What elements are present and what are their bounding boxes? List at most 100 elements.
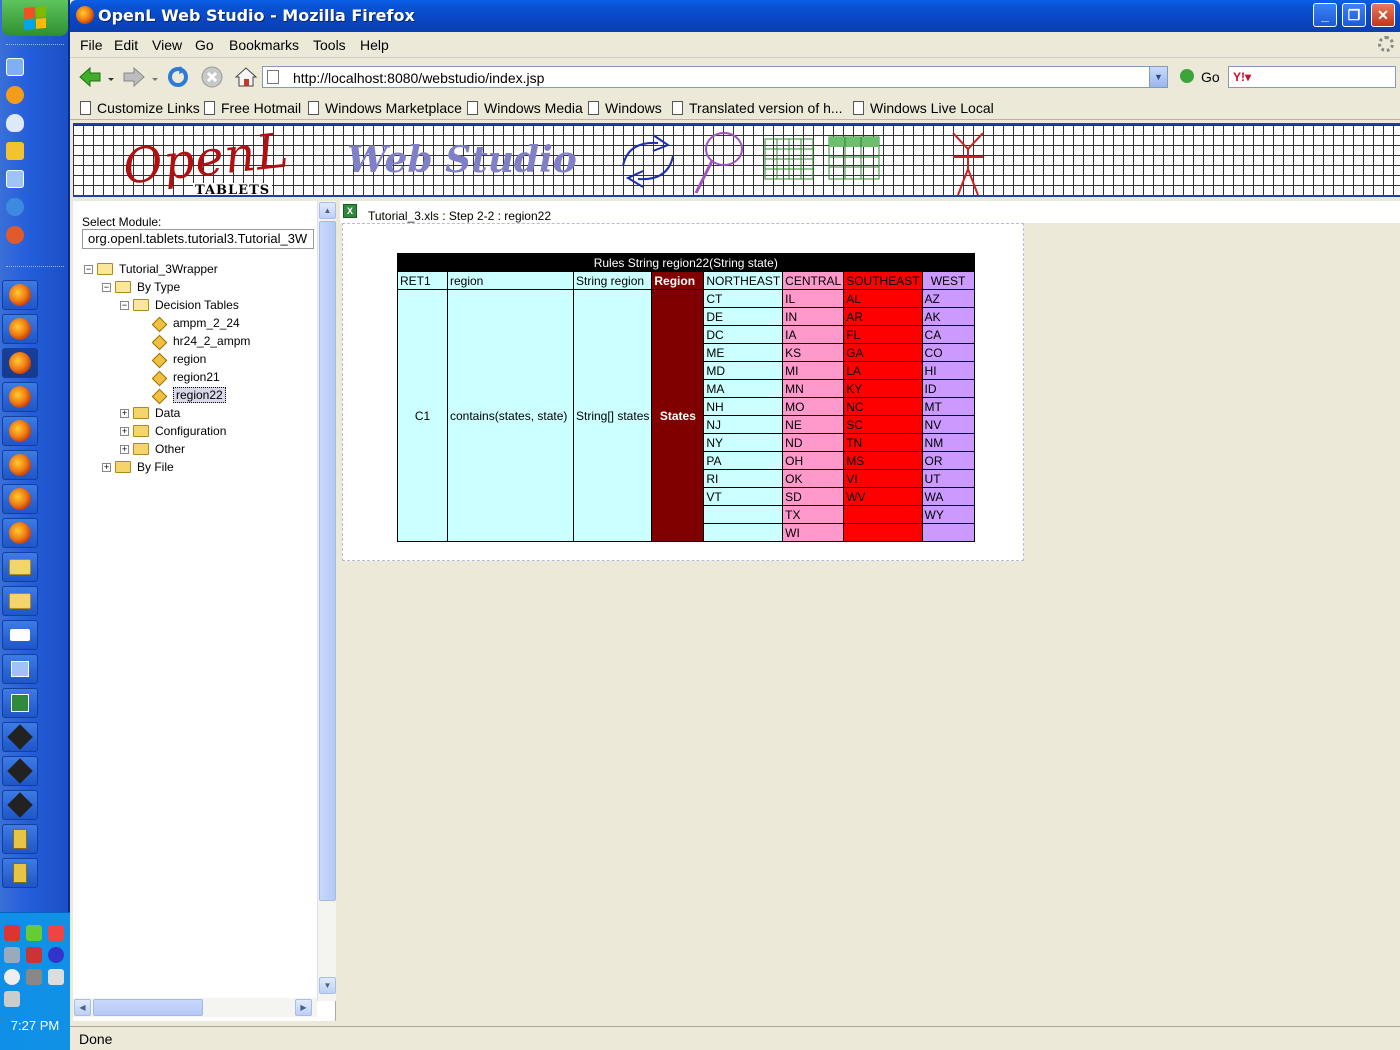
state-cell-southeast[interactable]: FL (843, 325, 923, 344)
task-firefox-2[interactable] (2, 314, 38, 344)
reload-button[interactable] (166, 65, 190, 89)
state-cell-southeast[interactable]: AR (843, 307, 923, 326)
task-excel[interactable] (2, 688, 38, 718)
tree-node-other[interactable]: + Other (120, 440, 185, 458)
tray-network-icon[interactable] (4, 925, 20, 941)
tray-check-icon[interactable] (26, 925, 42, 941)
task-firefox-7[interactable] (2, 484, 38, 514)
tray-wireless-icon[interactable] (4, 969, 20, 985)
scroll-left-button[interactable]: ◀ (74, 999, 91, 1016)
task-firefox-1[interactable] (2, 280, 38, 310)
tray-alert-icon[interactable] (48, 925, 64, 941)
state-cell-west[interactable]: NV (921, 415, 975, 434)
table-header-cell[interactable]: RET1 (397, 271, 448, 290)
scroll-right-button[interactable]: ▶ (295, 999, 312, 1016)
state-cell-west[interactable]: OR (921, 451, 975, 470)
task-app-5[interactable] (2, 858, 38, 888)
task-app-3[interactable] (2, 790, 38, 820)
state-cell-central[interactable]: SD (782, 487, 845, 506)
expand-icon[interactable]: + (120, 444, 129, 454)
table-header-cell[interactable]: NORTHEAST (703, 271, 784, 290)
state-cell-central[interactable]: MI (782, 361, 845, 380)
state-cell-southeast[interactable] (843, 523, 923, 542)
quicklaunch-player-icon[interactable] (6, 226, 24, 244)
tree-leaf-region[interactable]: region (153, 350, 206, 368)
state-cell-central[interactable]: ND (782, 433, 845, 452)
state-cell-northeast[interactable]: NY (703, 433, 784, 452)
bookmark-windows-media[interactable]: Windows Media (467, 100, 583, 116)
state-cell-northeast[interactable] (703, 523, 784, 542)
tray-safely-remove-icon[interactable] (4, 991, 20, 1007)
bookmark-windows-live-local[interactable]: Windows Live Local (853, 100, 994, 116)
state-cell-west[interactable]: ID (921, 379, 975, 398)
yahoo-search-icon[interactable]: Y!▾ (1233, 70, 1251, 84)
state-cell-central[interactable]: MO (782, 397, 845, 416)
state-cell-central[interactable]: IN (782, 307, 845, 326)
task-firefox-8[interactable] (2, 518, 38, 548)
url-text[interactable]: http://localhost:8080/webstudio/index.js… (293, 70, 544, 86)
tree-node-by-type[interactable]: − By Type (102, 278, 180, 296)
task-firefox-5[interactable] (2, 416, 38, 446)
tree-node-decision-tables[interactable]: − Decision Tables (120, 296, 239, 314)
state-cell-central[interactable]: WI (782, 523, 845, 542)
tray-speaker-icon[interactable] (26, 969, 42, 985)
state-cell-northeast[interactable]: DC (703, 325, 784, 344)
param-cell[interactable]: String[] states (572, 289, 653, 542)
tray-audio-icon[interactable] (48, 947, 64, 963)
state-cell-west[interactable]: MT (921, 397, 975, 416)
bookmark-windows-marketplace[interactable]: Windows Marketplace (308, 100, 462, 116)
tree-node-data[interactable]: + Data (120, 404, 180, 422)
task-app-4[interactable] (2, 824, 38, 854)
go-button[interactable]: Go (1201, 69, 1220, 85)
menu-bookmarks[interactable]: Bookmarks (229, 37, 299, 53)
table-header-cell[interactable]: region (447, 271, 574, 290)
state-cell-southeast[interactable]: WV (843, 487, 923, 506)
task-window[interactable] (2, 654, 38, 684)
state-cell-west[interactable]: CA (921, 325, 975, 344)
menu-tools[interactable]: Tools (313, 37, 346, 53)
task-explorer-1[interactable] (2, 552, 38, 582)
quicklaunch-ie-icon[interactable] (6, 198, 24, 216)
state-cell-central[interactable]: IA (782, 325, 845, 344)
horizontal-scrollbar[interactable]: ◀ ▶ (73, 998, 317, 1017)
task-app-2[interactable] (2, 756, 38, 786)
state-cell-northeast[interactable]: NJ (703, 415, 784, 434)
forward-button[interactable] (122, 65, 146, 89)
state-cell-southeast[interactable]: MS (843, 451, 923, 470)
state-cell-northeast[interactable] (703, 505, 784, 524)
expand-icon[interactable]: + (120, 408, 129, 418)
clock[interactable]: 7:27 PM (0, 1018, 70, 1033)
state-cell-central[interactable]: OK (782, 469, 845, 488)
tree-leaf-ampm-2-24[interactable]: ampm_2_24 (153, 314, 240, 332)
forward-dropdown[interactable] (150, 65, 160, 89)
param-label-cell[interactable]: States (651, 289, 705, 542)
expand-icon[interactable]: + (120, 426, 129, 436)
state-cell-southeast[interactable]: AL (843, 289, 923, 308)
tree-leaf-region22-selected[interactable]: region22 (153, 386, 226, 404)
state-cell-central[interactable]: TX (782, 505, 845, 524)
home-button[interactable] (234, 65, 258, 89)
table-header-cell[interactable]: String region (572, 271, 653, 290)
stop-button[interactable] (200, 65, 224, 89)
minimize-button[interactable]: _ (1313, 3, 1337, 27)
module-select[interactable]: org.openl.tablets.tutorial3.Tutorial_3W (82, 229, 314, 249)
tree-node-configuration[interactable]: + Configuration (120, 422, 226, 440)
menu-view[interactable]: View (152, 37, 182, 53)
state-cell-west[interactable]: UT (921, 469, 975, 488)
title-bar[interactable]: OpenL Web Studio - Mozilla Firefox _ ❐ ✕ (70, 0, 1400, 32)
rule-id-cell[interactable]: C1 (397, 289, 448, 542)
bookmark-translated[interactable]: Translated version of h... (672, 100, 843, 116)
url-bar[interactable]: http://localhost:8080/webstudio/index.js… (262, 66, 1168, 88)
table-header-cell[interactable]: SOUTHEAST (843, 271, 923, 290)
vertical-scrollbar[interactable]: ▲ ▼ (317, 201, 336, 1001)
menu-edit[interactable]: Edit (114, 37, 138, 53)
condition-cell[interactable]: contains(states, state) (447, 289, 574, 542)
bookmark-windows[interactable]: Windows (588, 100, 662, 116)
state-cell-southeast[interactable]: SC (843, 415, 923, 434)
state-cell-southeast[interactable]: GA (843, 343, 923, 362)
state-cell-west[interactable] (921, 523, 975, 542)
state-cell-west[interactable]: AZ (921, 289, 975, 308)
tree-node-by-file[interactable]: + By File (102, 458, 174, 476)
collapse-icon[interactable]: − (84, 264, 93, 274)
back-dropdown[interactable] (106, 65, 116, 89)
